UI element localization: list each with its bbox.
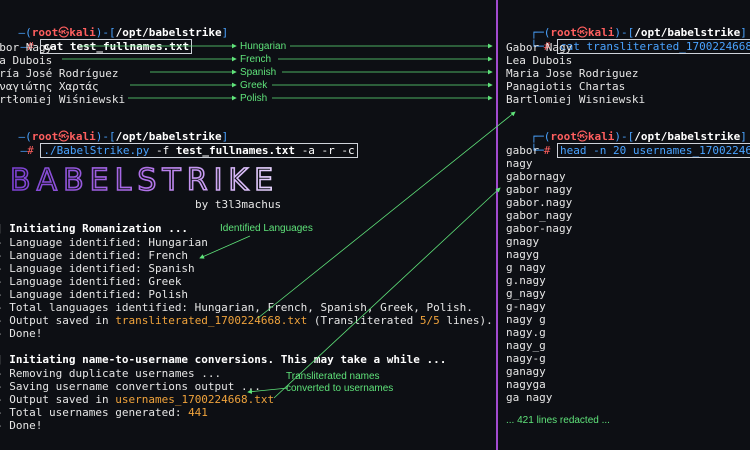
converted-note-line2: converted to usernames [286,383,394,394]
log-item: - Total languages identified: Hungarian,… [0,301,473,314]
username-line: ganagy [506,365,546,378]
output-line: - Output saved in transliterated_1700224… [0,314,493,327]
log-item: - Language identified: Greek [0,275,182,288]
section-title: ] Initiating name-to-username conversion… [0,353,447,366]
name-line: Bartłomiej Wiśniewski [0,93,126,106]
language-label: Hungarian [240,41,287,52]
username-line: gabor_nagy [506,209,573,222]
command-text: cat test_fullnames.txt [43,40,190,53]
command-line[interactable]: └─# head -n 20 usernames_1700224668.txt [504,131,750,170]
username-line: nagy-g [506,352,546,365]
name-line: Gabor Nagy [0,41,53,54]
language-label: Greek [240,80,268,91]
username-line: nagy g [506,313,546,326]
output-file: usernames_1700224668.txt [115,393,275,406]
log-item: - Language identified: Spanish [0,262,195,275]
identified-languages-note: Identified Languages [220,223,313,234]
babelstrike-logo: BABELSTRIKE [10,162,279,199]
username-line: gabor [506,144,540,157]
username-line: gabor.nagy [506,196,573,209]
converted-note-line1: Transliterated names [286,371,380,382]
transliterated-line: Maria Jose Rodriguez [506,67,639,80]
language-label: Spanish [240,67,277,78]
username-line: gabor-nagy [506,222,573,235]
username-line: nagyg [506,248,540,261]
log-item: - Saving username convertions output ... [0,380,261,393]
log-item: - Removing duplicate usernames ... [0,367,222,380]
username-line: nagy.g [506,326,546,339]
username-line: gabornagy [506,170,566,183]
username-line: g nagy [506,261,546,274]
log-item: - Language identified: French [0,249,189,262]
username-line: g-nagy [506,300,546,313]
username-line: g_nagy [506,287,546,300]
redacted-note: ... 421 lines redacted ... [506,415,610,426]
language-label: Polish [240,93,268,104]
transliterated-line: Gabor Nagy [506,41,573,54]
name-line: María José Rodríguez [0,67,119,80]
username-line: nagy_g [506,339,546,352]
log-item: - Language identified: Hungarian [0,236,208,249]
pane-divider[interactable] [496,0,498,450]
svg-text:BABELSTRIKE: BABELSTRIKE [10,163,279,198]
total-line: - Total usernames generated: 441 [0,406,208,419]
username-line: g.nagy [506,274,546,287]
username-line: gnagy [506,235,540,248]
transliterated-line: Lea Dubois [506,54,573,67]
name-line: Παναγιώτης Χαρτάς [0,80,99,93]
username-line: ga nagy [506,391,553,404]
done-line: - Done! [0,327,43,340]
name-line: Léa Dubois [0,54,53,67]
output-line: - Output saved in usernames_1700224668.t… [0,393,275,406]
right-terminal-pane[interactable]: ┌─(root㉿kali)-[/opt/babelstrike] └─# cat… [500,0,750,450]
transliterated-line: Panagiotis Chartas [506,80,626,93]
username-line: gabor nagy [506,183,573,196]
log-item: - Language identified: Polish [0,288,189,301]
section-title: ] Initiating Romanization ... [0,222,189,235]
done-line: - Done! [0,419,43,432]
username-line: nagy [506,157,533,170]
username-line: nagyga [506,378,546,391]
language-label: French [240,54,272,65]
output-file: transliterated_1700224668.txt [115,314,308,327]
author-line: by t3l3machus [195,198,282,211]
transliterated-line: Bartlomiej Wisniewski [506,93,646,106]
